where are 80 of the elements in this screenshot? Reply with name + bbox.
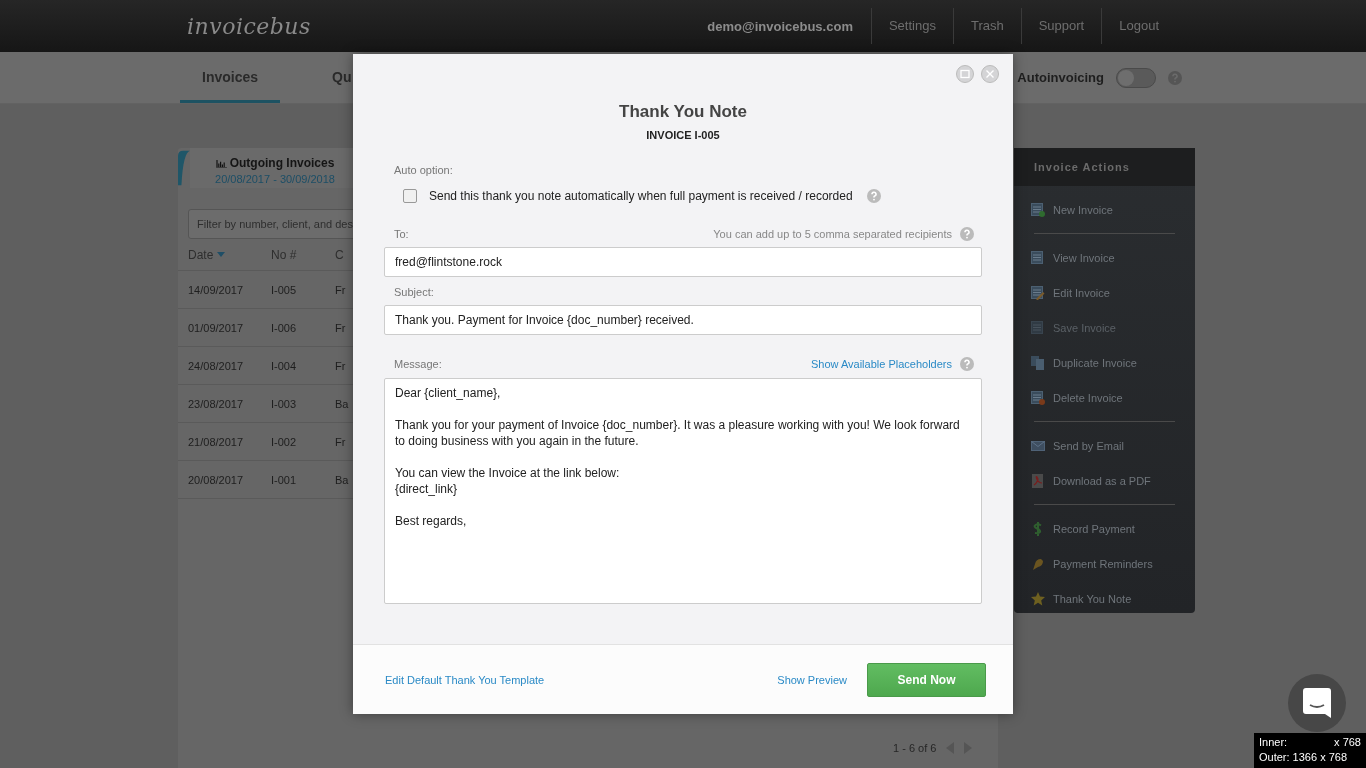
table-cell-text: I-004 <box>271 359 298 372</box>
table-cell-text: 14/09/2017 <box>188 283 245 296</box>
table-cell: Ba <box>335 473 349 486</box>
to-field[interactable]: fred@flintstone.rock <box>384 247 982 277</box>
size-label: Inner: <box>1259 735 1288 750</box>
column-header[interactable]: No # <box>271 247 335 262</box>
table-cell: Fr <box>335 435 346 448</box>
dialog-subtitle: INVOICE I-005 <box>645 129 721 141</box>
sheet-pencil-icon <box>1031 285 1045 300</box>
field-label: Subject: <box>394 286 434 298</box>
toggle-switch[interactable] <box>1116 67 1156 88</box>
close-icon[interactable] <box>981 65 999 83</box>
action-item[interactable]: Send by Email <box>1031 428 1195 463</box>
pdf-icon <box>1031 473 1045 488</box>
action-item[interactable]: Edit Invoice <box>1031 275 1195 310</box>
table-cell-text: 01/09/2017 <box>188 321 245 334</box>
table-cell: Fr <box>335 359 346 372</box>
field-label: Auto option: <box>394 164 454 176</box>
message-field[interactable]: Dear {client_name}, Thank you for your payment of Invoice {doc_number}. It was a pleasure working with you! We look forward to doing business with you again in the future. You can view the Invoice at the link below: {direct_link} Best regards, <box>384 378 982 604</box>
size-value: x 768 <box>1334 735 1361 750</box>
table-cell: Fr <box>335 283 346 296</box>
nav-link[interactable]: Settings <box>870 8 953 44</box>
action-item[interactable]: Delete Invoice <box>1031 380 1195 415</box>
recipients-hint: You can add up to 5 comma separated recipients <box>713 228 952 240</box>
sheet-minus-icon <box>1031 390 1045 405</box>
table-cell-text: 24/08/2017 <box>188 359 245 372</box>
action-item[interactable]: Record Payment <box>1031 511 1195 546</box>
subject-field[interactable]: Thank you. Payment for Invoice {doc_number} received. <box>384 305 982 335</box>
pagination-text: 1 - 6 of 6 <box>893 742 937 754</box>
table-cell-text: I-003 <box>271 397 298 410</box>
edit-template-link[interactable]: Edit Default Thank You Template <box>385 673 545 686</box>
field-label: Message: <box>394 358 442 370</box>
table-cell: Ba <box>335 397 349 410</box>
sort-down-icon <box>217 252 226 257</box>
action-item[interactable]: Duplicate Invoice <box>1031 345 1195 380</box>
table-cell-text: I-002 <box>271 435 298 448</box>
action-item[interactable]: Thank You Note <box>1031 581 1195 616</box>
send-now-button[interactable]: Send Now <box>867 662 986 697</box>
sheet-plus-icon <box>1031 202 1045 217</box>
table-cell-text: 20/08/2017 <box>188 473 245 486</box>
panel-heading: Invoice Actions <box>1014 148 1195 186</box>
action-item[interactable]: Download as a PDF <box>1031 463 1195 498</box>
action-item[interactable]: View Invoice <box>1031 240 1195 275</box>
sheet-icon <box>1031 250 1045 265</box>
autoinvoicing-label: Autoinvoicing <box>1017 70 1104 85</box>
help-icon[interactable] <box>960 227 974 241</box>
nav-link[interactable]: Support <box>1020 8 1102 44</box>
bar-chart-icon <box>215 158 227 168</box>
table-cell-text: I-001 <box>271 473 298 486</box>
nav-link[interactable]: Trash <box>952 8 1021 44</box>
column-header[interactable]: Date <box>188 247 271 262</box>
field-label: To: <box>394 228 409 240</box>
action-item[interactable]: Payment Reminders <box>1031 546 1195 581</box>
logo[interactable]: invoicebus <box>187 13 311 39</box>
dialog-title: Thank You Note <box>618 102 748 122</box>
copy-icon <box>1031 355 1045 370</box>
table-cell-text: I-006 <box>271 321 298 334</box>
sheet-icon <box>1031 320 1045 335</box>
chat-bubble-icon <box>1303 688 1331 718</box>
tab-corner-icon <box>178 148 190 188</box>
maximize-icon[interactable] <box>956 65 974 83</box>
table-cell-text: 23/08/2017 <box>188 397 245 410</box>
user-email: demo@invoicebus.com <box>707 18 854 34</box>
table-cell: Fr <box>335 321 346 334</box>
table-cell-text: I-005 <box>271 283 298 296</box>
nav-tab[interactable]: Invoices <box>180 52 281 103</box>
table-cell-text: 21/08/2017 <box>188 435 245 448</box>
action-item[interactable]: New Invoice <box>1031 192 1195 227</box>
checkbox[interactable] <box>403 189 417 203</box>
star-icon <box>1031 591 1045 606</box>
help-icon[interactable] <box>866 189 881 203</box>
show-preview-link[interactable]: Show Preview <box>777 673 847 686</box>
nav-link[interactable]: Logout <box>1101 8 1176 44</box>
column-header[interactable]: C <box>335 247 344 262</box>
checkbox-label[interactable]: Send this thank you note automatically when full payment is received / recorded <box>429 189 853 203</box>
size-label: Outer: 1366 x 768 <box>1259 750 1348 765</box>
panel-title: Outgoing Invoices <box>229 156 335 170</box>
mail-icon <box>1031 438 1045 453</box>
placeholders-link[interactable]: Show Available Placeholders <box>810 358 952 370</box>
help-icon[interactable] <box>960 357 974 371</box>
